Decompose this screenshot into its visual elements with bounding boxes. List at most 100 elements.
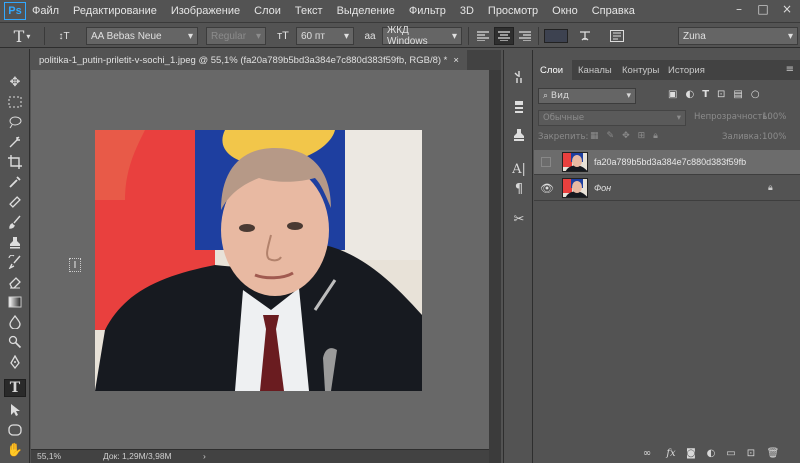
text-cursor-icon: I	[69, 258, 81, 272]
trash-icon[interactable]: 🗑︎	[766, 446, 780, 460]
blend-mode-select[interactable]: Обычные ▾	[538, 110, 686, 126]
brush-presets-icon[interactable]	[508, 98, 530, 116]
adjustment-layer-icon[interactable]: ◐	[704, 446, 718, 460]
lock-all-icon[interactable]: 🔒︎	[653, 131, 658, 141]
crop-tool-icon[interactable]	[4, 153, 26, 171]
layer-row[interactable]: fa20a789b5bd3a384e7c880d383f59fb	[534, 150, 800, 175]
lock-label: Закрепить:	[538, 132, 589, 142]
shape-tool-icon[interactable]	[4, 421, 26, 439]
lock-artboard-icon[interactable]: ⊞	[638, 131, 646, 141]
tab-layers[interactable]: Слои	[534, 60, 572, 80]
align-left-icon[interactable]	[474, 27, 492, 45]
path-selection-tool-icon[interactable]	[4, 401, 26, 419]
minimize-icon[interactable]: –	[730, 2, 748, 18]
menu-item[interactable]: 3D	[460, 5, 474, 17]
filter-toggle-icon[interactable]: ○	[751, 89, 760, 100]
marquee-tool-icon[interactable]	[4, 93, 26, 111]
new-layer-icon[interactable]: ⊡	[744, 446, 758, 460]
close-icon[interactable]: ×	[778, 2, 796, 18]
tab-paths[interactable]: Контуры	[616, 60, 662, 80]
chevron-down-icon: ▾	[676, 113, 681, 123]
text-tool-preset-button[interactable]: T ▾	[8, 27, 36, 46]
font-family-value: AA Bebas Neue	[91, 30, 162, 42]
font-size-select[interactable]: 60 пт ▾	[296, 27, 354, 45]
menu-item[interactable]: Просмотр	[488, 5, 538, 17]
menu-item[interactable]: Справка	[592, 5, 635, 17]
menu-item[interactable]: Выделение	[337, 5, 395, 17]
clone-source-icon[interactable]	[508, 126, 530, 144]
status-arrow-icon[interactable]: ›	[203, 451, 206, 461]
pen-tool-icon[interactable]	[4, 353, 26, 371]
layer-name[interactable]: fa20a789b5bd3a384e7c880d383f59fb	[594, 157, 746, 167]
lock-transparent-icon[interactable]: ▦	[590, 131, 599, 141]
quick-selection-tool-icon[interactable]	[4, 133, 26, 151]
menu-item[interactable]: Файл	[32, 5, 59, 17]
image-canvas[interactable]	[95, 130, 422, 391]
filter-pixel-icon[interactable]: ▣	[668, 89, 677, 100]
layer-filter-select[interactable]: ⌕ Вид ▾	[538, 88, 636, 104]
zoom-level[interactable]: 55,1%	[37, 451, 61, 461]
maximize-icon[interactable]: □	[754, 2, 772, 18]
gradient-tool-icon[interactable]	[4, 293, 26, 311]
tool-presets-icon[interactable]	[508, 68, 530, 86]
text-color-swatch[interactable]	[544, 29, 568, 43]
filter-shape-icon[interactable]: ⊡	[717, 89, 725, 100]
lock-position-icon[interactable]: ✥	[622, 131, 630, 141]
history-brush-tool-icon[interactable]	[4, 253, 26, 271]
clone-stamp-tool-icon[interactable]	[4, 233, 26, 251]
blur-tool-icon[interactable]	[4, 313, 26, 331]
new-group-icon[interactable]: ▭	[724, 446, 738, 460]
menu-item[interactable]: Изображение	[171, 5, 240, 17]
warp-text-icon[interactable]	[576, 27, 594, 45]
menu-item[interactable]: Слои	[254, 5, 281, 17]
panel-dock-strip: A| ¶ ✂	[503, 50, 533, 463]
add-mask-icon[interactable]: ◙	[684, 446, 698, 460]
filter-adjustment-icon[interactable]: ◐	[685, 89, 694, 100]
text-orientation-button[interactable]: ↕T	[54, 27, 74, 45]
antialias-select[interactable]: ЖКД Windows ▾	[382, 25, 462, 47]
brush-tool-icon[interactable]	[4, 213, 26, 231]
paragraph-icon[interactable]: ¶	[508, 180, 530, 198]
layers-panel: Слои Каналы Контуры История ≡ ⌕ Вид ▾ ▣ ◐…	[534, 56, 800, 463]
layer-name[interactable]: Фон	[594, 183, 611, 193]
tools-icon[interactable]: ✂	[508, 210, 530, 228]
type-tool-icon[interactable]: T	[4, 379, 26, 397]
opacity-value[interactable]: 100%	[762, 112, 786, 122]
antialias-icon: aa	[364, 30, 376, 42]
lock-pixels-icon[interactable]: ✎	[607, 131, 615, 141]
tab-close-icon[interactable]: ×	[453, 55, 459, 66]
document-tab[interactable]: politika-1_putin-priletit-v-sochi_1.jpeg…	[31, 50, 467, 70]
vertical-scrollbar[interactable]	[489, 70, 501, 463]
character-icon[interactable]: A|	[508, 160, 530, 178]
panel-menu-icon[interactable]: ≡	[786, 64, 794, 75]
tab-channels[interactable]: Каналы	[572, 60, 616, 80]
eye-icon[interactable]: 👁︎	[540, 182, 554, 195]
layer-row[interactable]: 👁︎ Фон 🔒︎	[534, 176, 800, 201]
visibility-toggle[interactable]	[541, 157, 551, 167]
eraser-tool-icon[interactable]	[4, 273, 26, 291]
lasso-tool-icon[interactable]	[4, 113, 26, 131]
fx-icon[interactable]: fx	[664, 446, 678, 460]
layer-thumbnail	[562, 152, 588, 172]
filter-smart-icon[interactable]: ▤	[733, 89, 742, 100]
menu-item[interactable]: Окно	[552, 5, 578, 17]
hand-tool-icon[interactable]: ✋	[4, 441, 26, 459]
fill-value[interactable]: 100%	[762, 132, 786, 142]
dodge-tool-icon[interactable]	[4, 333, 26, 351]
font-family-select[interactable]: AA Bebas Neue ▾	[86, 27, 198, 45]
font-style-select[interactable]: Regular ▾	[206, 27, 266, 45]
link-layers-icon[interactable]: ∞	[640, 446, 654, 460]
eyedropper-tool-icon[interactable]	[4, 173, 26, 191]
menu-item[interactable]: Текст	[295, 5, 323, 17]
character-panel-icon[interactable]	[608, 27, 626, 45]
align-center-icon[interactable]	[494, 27, 514, 45]
tab-history[interactable]: История	[662, 60, 712, 80]
align-right-icon[interactable]	[516, 27, 534, 45]
menu-item[interactable]: Редактирование	[73, 5, 157, 17]
filter-type-icon[interactable]: T	[702, 89, 709, 100]
menu-item[interactable]: Фильтр	[409, 5, 446, 17]
healing-brush-tool-icon[interactable]	[4, 193, 26, 211]
workspace-select[interactable]: Zuna ▾	[678, 27, 798, 45]
move-tool-icon[interactable]: ✥	[4, 73, 26, 91]
document-title: politika-1_putin-priletit-v-sochi_1.jpeg…	[39, 54, 448, 66]
